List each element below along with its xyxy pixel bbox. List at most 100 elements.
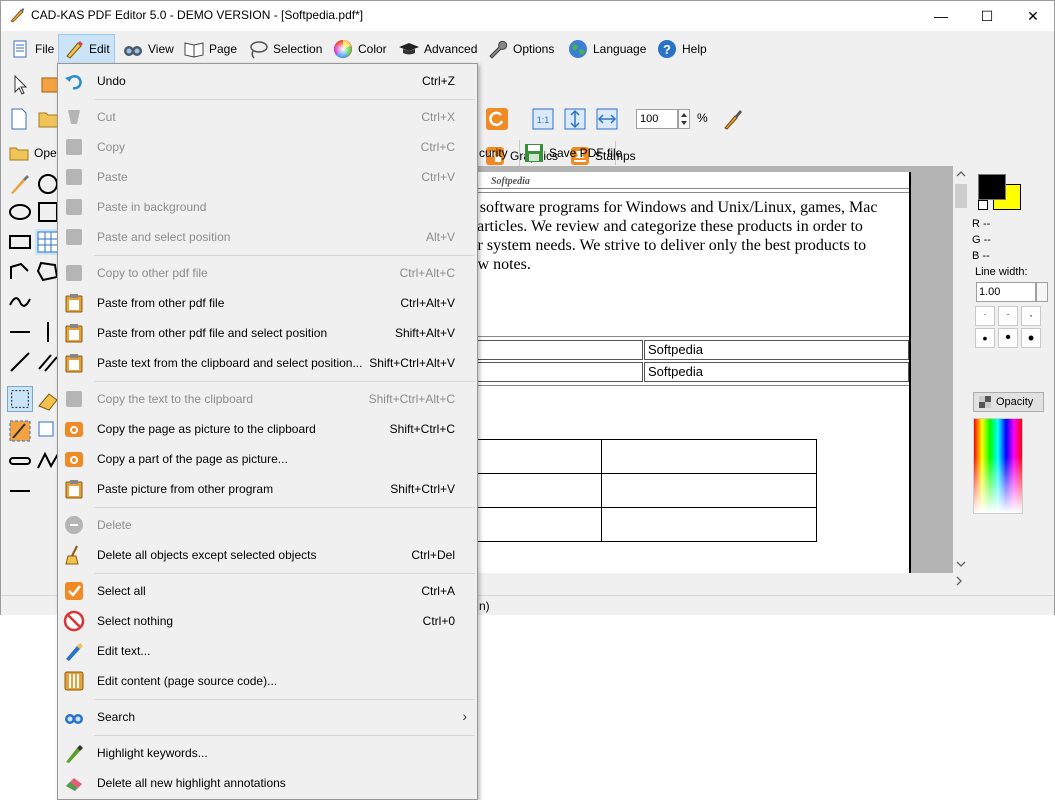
- save-icon: [525, 144, 543, 162]
- menu-item-paste-from-pdf[interactable]: Paste from other pdf file Ctrl+Alt+V: [58, 288, 477, 318]
- scroll-down-icon[interactable]: [953, 556, 969, 572]
- fit-width-icon[interactable]: [595, 107, 619, 131]
- foreground-color-swatch[interactable]: [978, 174, 1006, 200]
- color-spectrum-picker[interactable]: [973, 418, 1023, 514]
- menu-page[interactable]: Page: [179, 35, 241, 63]
- open-button[interactable]: Ope: [9, 140, 57, 166]
- menu-item-select-nothing[interactable]: Select nothing Ctrl+0: [58, 606, 477, 636]
- line-tool-icon[interactable]: [7, 478, 33, 504]
- menu-item-copy-to-pdf[interactable]: Copy to other pdf file Ctrl+Alt+C: [58, 258, 477, 288]
- table-cell-softpedia-1: Softpedia: [644, 340, 909, 360]
- menu-item-copy-part-picture[interactable]: Copy a part of the page as picture...: [58, 444, 477, 474]
- menu-item-paste-background[interactable]: Paste in background: [58, 192, 477, 222]
- menu-item-copy-text-clipboard[interactable]: Copy the text to the clipboard Shift+Ctr…: [58, 384, 477, 414]
- menu-help[interactable]: ? Help: [652, 35, 711, 63]
- menu-item-edit-content[interactable]: Edit content (page source code)...: [58, 666, 477, 696]
- document-canvas[interactable]: Softpedia try software programs for Wind…: [441, 166, 969, 573]
- menu-item-copy-page-picture[interactable]: Copy the page as picture to the clipboar…: [58, 414, 477, 444]
- undo-label: Undo: [97, 74, 126, 88]
- curve-tool-icon[interactable]: [7, 289, 33, 315]
- menu-item-undo[interactable]: Undo Ctrl+Z: [58, 66, 477, 96]
- table-rule-bottom: [441, 385, 909, 386]
- menu-item-edit-text[interactable]: Edit text...: [58, 636, 477, 666]
- point-size-2[interactable]: ·: [998, 306, 1018, 326]
- menu-item-search[interactable]: Search ›: [58, 702, 477, 732]
- point-size-4[interactable]: •: [975, 328, 995, 348]
- maximize-button[interactable]: ☐: [964, 1, 1010, 31]
- scroll-up-icon[interactable]: [953, 166, 969, 182]
- menu-advanced[interactable]: Advanced: [394, 35, 481, 63]
- menu-edit[interactable]: Edit: [58, 34, 115, 64]
- menu-file[interactable]: File: [5, 35, 58, 63]
- vertical-scroll-thumb[interactable]: [955, 184, 967, 208]
- opacity-button[interactable]: Opacity: [973, 392, 1044, 412]
- close-button[interactable]: ✕: [1010, 1, 1055, 31]
- point-size-1[interactable]: ·: [975, 306, 995, 326]
- pen-tool-icon[interactable]: [7, 171, 33, 197]
- rectangle-tool-icon[interactable]: [7, 229, 33, 255]
- menu-item-delete[interactable]: Delete: [58, 510, 477, 540]
- select-all-label: Select all: [97, 584, 146, 598]
- menu-selection[interactable]: Selection: [243, 35, 326, 63]
- menu-item-paste-from-pdf-position[interactable]: Paste from other pdf file and select pos…: [58, 318, 477, 348]
- fill-tool-icon[interactable]: [7, 418, 33, 444]
- new-document-icon[interactable]: [7, 107, 31, 131]
- zoom-stepper[interactable]: [678, 109, 690, 129]
- minimize-button[interactable]: —: [918, 1, 964, 31]
- menu-separator: [94, 99, 475, 100]
- menu-item-highlight-keywords[interactable]: Highlight keywords...: [58, 738, 477, 768]
- menu-view-label: View: [148, 42, 174, 56]
- source-code-icon: [64, 671, 84, 691]
- line-width-stepper[interactable]: [1036, 282, 1048, 302]
- horizontal-line-tool-icon[interactable]: [7, 319, 33, 345]
- point-size-5[interactable]: •: [998, 328, 1018, 348]
- polyline-tool-icon[interactable]: [7, 259, 33, 285]
- cut-label: Cut: [97, 110, 116, 124]
- menu-view[interactable]: View: [118, 35, 178, 63]
- actual-size-icon[interactable]: 1:1: [531, 107, 555, 131]
- menu-item-cut[interactable]: Cut Ctrl+X: [58, 102, 477, 132]
- copy-text-clipboard-label: Copy the text to the clipboard: [97, 392, 254, 406]
- point-size-6[interactable]: •: [1021, 328, 1041, 348]
- security-button[interactable]: curity: [479, 140, 508, 166]
- select-area-tool-icon[interactable]: [7, 386, 33, 412]
- menu-item-delete-except-selected[interactable]: Delete all objects except selected objec…: [58, 540, 477, 570]
- menu-item-select-all[interactable]: Select all Ctrl+A: [58, 576, 477, 606]
- menu-language[interactable]: Language: [563, 35, 650, 63]
- point-size-3[interactable]: ·: [1021, 306, 1041, 326]
- camera-icon: [65, 422, 83, 437]
- reset-colors-icon[interactable]: [978, 200, 988, 210]
- menu-options[interactable]: Options: [483, 35, 558, 63]
- book-icon: [184, 42, 204, 58]
- pdf-page: Softpedia try software programs for Wind…: [441, 172, 911, 573]
- ellipse-tool-icon[interactable]: [7, 199, 33, 225]
- table-cell-softpedia-2: Softpedia: [644, 362, 909, 382]
- menu-item-copy[interactable]: Copy Ctrl+C: [58, 132, 477, 162]
- copy-text-clipboard-shortcut: Shift+Ctrl+Alt+C: [368, 392, 455, 406]
- refresh-icon[interactable]: [485, 107, 509, 131]
- paste-icon: [66, 169, 82, 185]
- horizontal-scrollbar[interactable]: [441, 573, 969, 590]
- menu-item-paste-picture[interactable]: Paste picture from other program Shift+C…: [58, 474, 477, 504]
- scroll-right-icon[interactable]: [951, 573, 967, 589]
- zoom-input[interactable]: [636, 109, 678, 129]
- copy-to-pdf-label: Copy to other pdf file: [97, 266, 208, 280]
- select-nothing-label: Select nothing: [97, 614, 174, 628]
- blue-value: B --: [972, 250, 990, 262]
- line-width-input[interactable]: [976, 282, 1036, 302]
- brush-icon[interactable]: [721, 107, 745, 131]
- menu-item-paste-select-position[interactable]: Paste and select position Alt+V: [58, 222, 477, 252]
- save-pdf-button[interactable]: Save PDF file: [519, 140, 622, 166]
- paste-select-position-shortcut: Alt+V: [425, 230, 455, 244]
- menu-item-delete-highlights[interactable]: Delete all new highlight annotations: [58, 768, 477, 798]
- arrow-pointer-icon[interactable]: [9, 73, 33, 97]
- menu-item-paste-text-position[interactable]: Paste text from the clipboard and select…: [58, 348, 477, 378]
- svg-text:1:1: 1:1: [537, 115, 550, 125]
- menu-color[interactable]: Color: [328, 35, 391, 63]
- submenu-arrow-icon: ›: [462, 708, 467, 724]
- vertical-scrollbar[interactable]: [953, 166, 969, 573]
- menu-item-paste[interactable]: Paste Ctrl+V: [58, 162, 477, 192]
- fit-height-icon[interactable]: [563, 107, 587, 131]
- thick-line-tool-icon[interactable]: [7, 448, 33, 474]
- diagonal-line-tool-icon[interactable]: [7, 349, 33, 375]
